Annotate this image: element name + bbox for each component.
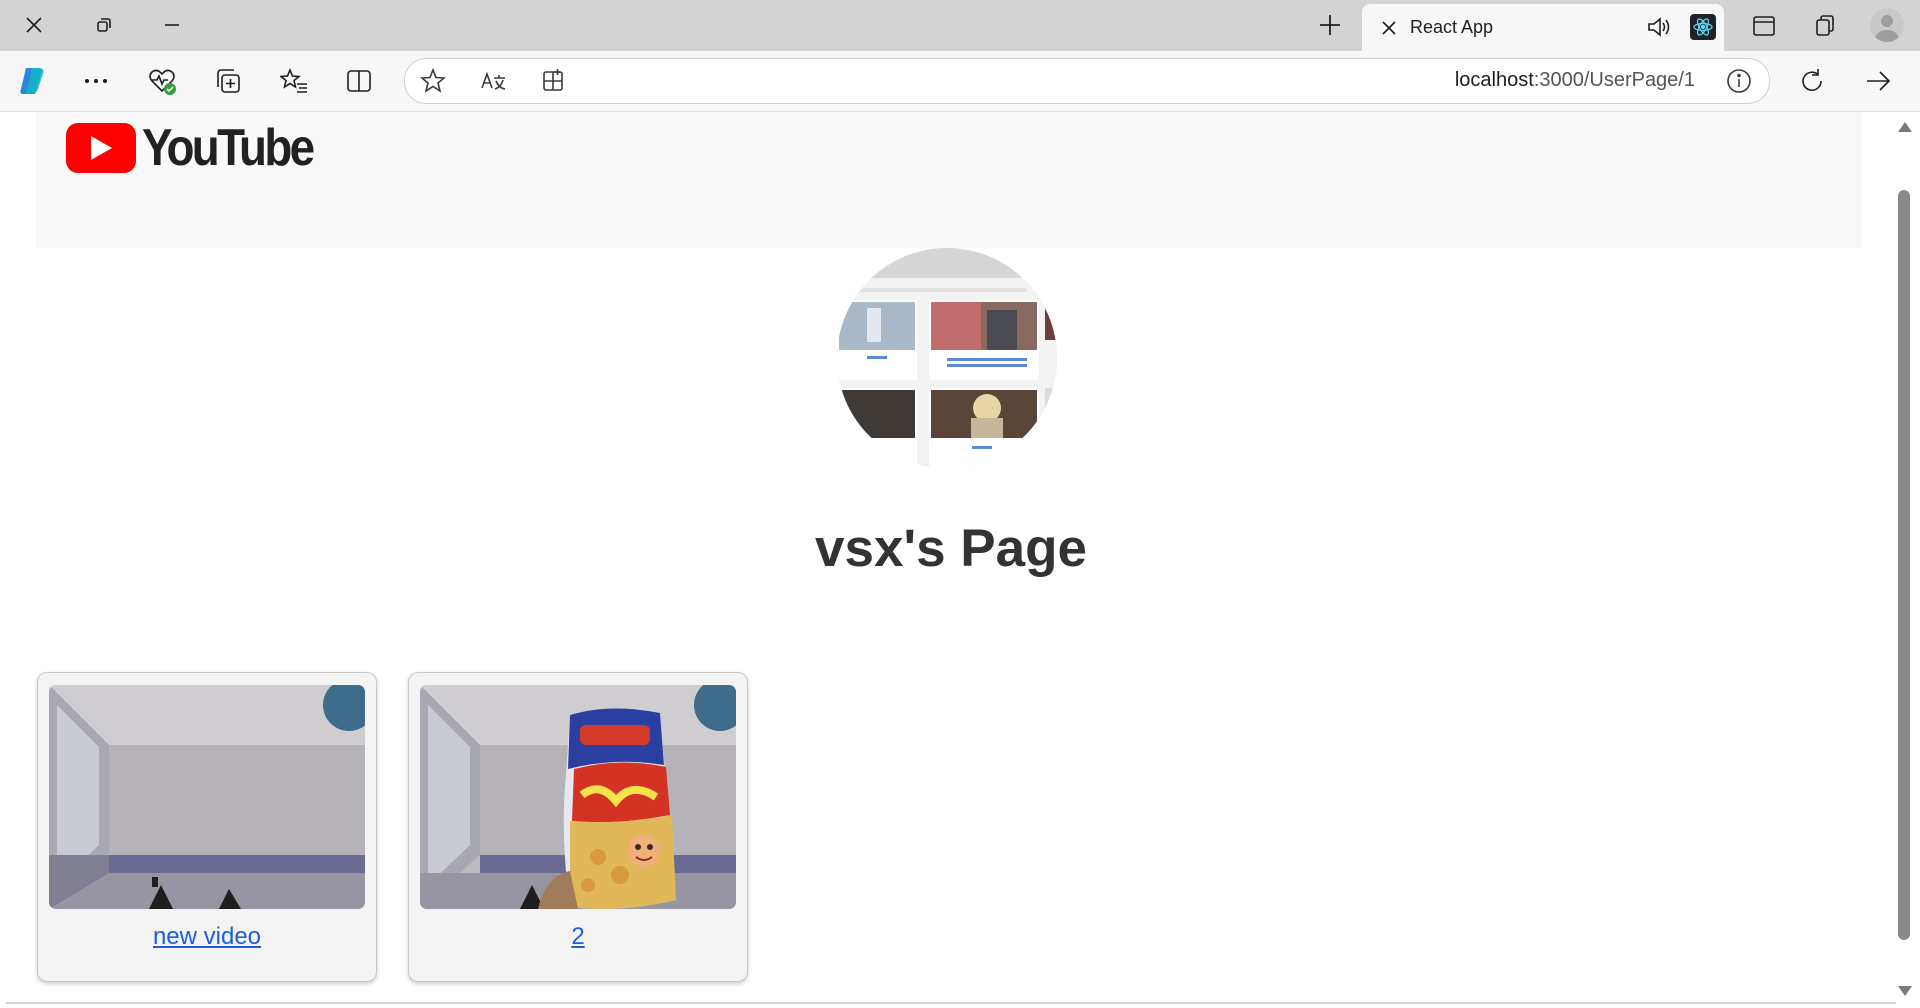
more-menu-button[interactable] xyxy=(80,65,112,97)
video-thumbnail[interactable] xyxy=(420,685,736,909)
refresh-button[interactable] xyxy=(1796,65,1828,97)
scroll-up-arrow-icon[interactable] xyxy=(1898,122,1912,132)
add-favorite-button[interactable] xyxy=(419,67,447,95)
scroll-thumb[interactable] xyxy=(1898,190,1910,940)
youtube-logo[interactable]: YouTube xyxy=(66,118,336,178)
react-logo-icon xyxy=(1690,14,1716,40)
logo-wordmark: YouTube xyxy=(142,119,315,177)
close-window-button[interactable] xyxy=(8,8,60,42)
speaker-icon xyxy=(1648,17,1670,37)
forward-button[interactable] xyxy=(1862,65,1894,97)
site-header: YouTube xyxy=(36,112,1862,248)
copilot-icon xyxy=(20,68,44,94)
page-scrollbar[interactable] xyxy=(1894,112,1914,1002)
url-host: localhost xyxy=(1454,69,1534,91)
split-screen-button[interactable] xyxy=(343,65,375,97)
video-thumbnail[interactable] xyxy=(49,685,365,909)
collections-icon xyxy=(217,69,240,93)
profile-picture xyxy=(837,248,1057,468)
url-text[interactable]: localhost:3000/UserPage/1 xyxy=(1455,69,1695,92)
close-icon xyxy=(26,17,42,33)
restore-icon xyxy=(97,18,111,32)
favorites-list-icon xyxy=(280,67,307,93)
refresh-icon xyxy=(1802,69,1822,91)
split-window-button[interactable] xyxy=(1750,12,1778,40)
more-dots-icon xyxy=(85,79,107,83)
tabs-icon xyxy=(1816,15,1834,36)
scroll-down-arrow-icon[interactable] xyxy=(1898,986,1912,996)
page-viewport: YouTube vsx's Page new video 2 xyxy=(6,112,1896,1004)
new-tab-button[interactable] xyxy=(1310,8,1350,42)
tab-react-app[interactable]: React App xyxy=(1362,4,1724,51)
translate-button[interactable] xyxy=(479,67,507,95)
heart-pulse-icon xyxy=(149,69,176,95)
browser-titlebar: React App xyxy=(0,0,1920,51)
tab-title: React App xyxy=(1410,17,1494,37)
minimize-window-button[interactable] xyxy=(146,8,198,42)
favorites-button[interactable] xyxy=(278,65,310,97)
site-info-button[interactable] xyxy=(1725,67,1753,95)
minimize-icon xyxy=(165,24,179,26)
close-icon xyxy=(1382,20,1396,35)
video-card: new video xyxy=(37,672,377,982)
tab-actions-button[interactable] xyxy=(1812,12,1840,40)
video-card: 2 xyxy=(408,672,748,982)
apps-grid-icon xyxy=(543,69,563,91)
address-bar[interactable]: localhost:3000/UserPage/1 xyxy=(404,58,1770,104)
profile-avatar-icon[interactable] xyxy=(1870,8,1904,42)
translate-icon xyxy=(481,71,506,90)
copilot-button[interactable] xyxy=(16,65,48,97)
app-available-button[interactable] xyxy=(539,67,567,95)
video-title-link[interactable]: 2 xyxy=(409,923,747,951)
page-title: vsx's Page xyxy=(815,519,1087,578)
browser-essentials-button[interactable] xyxy=(146,65,178,97)
video-title-link[interactable]: new video xyxy=(38,923,376,951)
url-path: :3000/UserPage/1 xyxy=(1533,69,1695,91)
tab-audio-button[interactable] xyxy=(1646,15,1672,43)
collections-button[interactable] xyxy=(212,65,244,97)
play-icon xyxy=(66,123,136,173)
split-screen-icon xyxy=(347,70,371,92)
browser-toolbar: localhost:3000/UserPage/1 xyxy=(0,51,1920,112)
star-icon xyxy=(420,68,446,93)
plus-icon xyxy=(1320,15,1340,35)
arrow-right-icon xyxy=(1867,71,1891,91)
tab-close-button[interactable] xyxy=(1380,19,1398,37)
window-icon xyxy=(1753,16,1775,36)
restore-window-button[interactable] xyxy=(78,8,130,42)
info-icon xyxy=(1727,69,1751,93)
